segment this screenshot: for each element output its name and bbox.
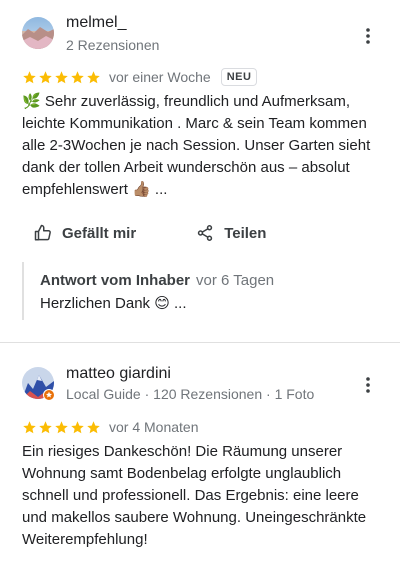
more-options-icon[interactable] (360, 26, 376, 46)
thumbs-up-icon (34, 224, 51, 241)
review-actions: Gefällt mir Teilen (22, 222, 278, 244)
star-rating (22, 420, 101, 435)
more-options-icon[interactable] (360, 375, 376, 395)
review-card: matteo giardini Local Guide · 120 Rezens… (0, 343, 400, 564)
review-time: vor einer Woche (109, 69, 211, 85)
star-icon (23, 70, 36, 83)
review-text: Ein riesiges Dankeschön! Die Räumung uns… (22, 443, 367, 548)
owner-reply-title: Antwort vom Inhaber (40, 272, 191, 289)
star-icon (87, 70, 100, 83)
owner-reply-time: vor 6 Tagen (196, 272, 275, 289)
avatar[interactable] (22, 17, 54, 49)
rating-row: vor einer Woche NEU (22, 67, 258, 87)
star-icon (23, 420, 36, 433)
review-author[interactable]: matteo giardini (66, 365, 171, 383)
rating-row: vor 4 Monaten (22, 417, 199, 437)
star-icon (87, 420, 100, 433)
star-icon (39, 420, 52, 433)
owner-reply: Antwort vom Inhaber vor 6 Tagen Herzliche… (22, 262, 274, 320)
star-rating (22, 70, 101, 85)
review-text: 🌿 Sehr zuverlässig, freundlich und Aufme… (22, 93, 371, 198)
review-author-meta[interactable]: 2 Rezensionen (66, 37, 159, 53)
star-icon (71, 420, 84, 433)
owner-reply-text: Herzlichen Dank 😊 ... (40, 295, 187, 312)
share-label: Teilen (224, 224, 267, 242)
star-icon (39, 70, 52, 83)
like-label: Gefällt mir (62, 224, 137, 242)
share-button[interactable]: Teilen (184, 222, 278, 244)
like-button[interactable]: Gefällt mir (22, 222, 148, 244)
review-time: vor 4 Monaten (109, 419, 199, 435)
star-icon (55, 70, 68, 83)
new-badge: NEU (220, 68, 258, 86)
review-author-meta[interactable]: Local Guide · 120 Rezensionen · 1 Foto (66, 386, 314, 402)
review-author[interactable]: melmel_ (66, 14, 126, 32)
share-icon (197, 225, 213, 241)
local-guide-badge-icon (43, 389, 55, 401)
review-card: melmel_ 2 Rezensionen vor einer Woche NE… (0, 0, 400, 342)
star-icon (71, 70, 84, 83)
star-icon (55, 420, 68, 433)
